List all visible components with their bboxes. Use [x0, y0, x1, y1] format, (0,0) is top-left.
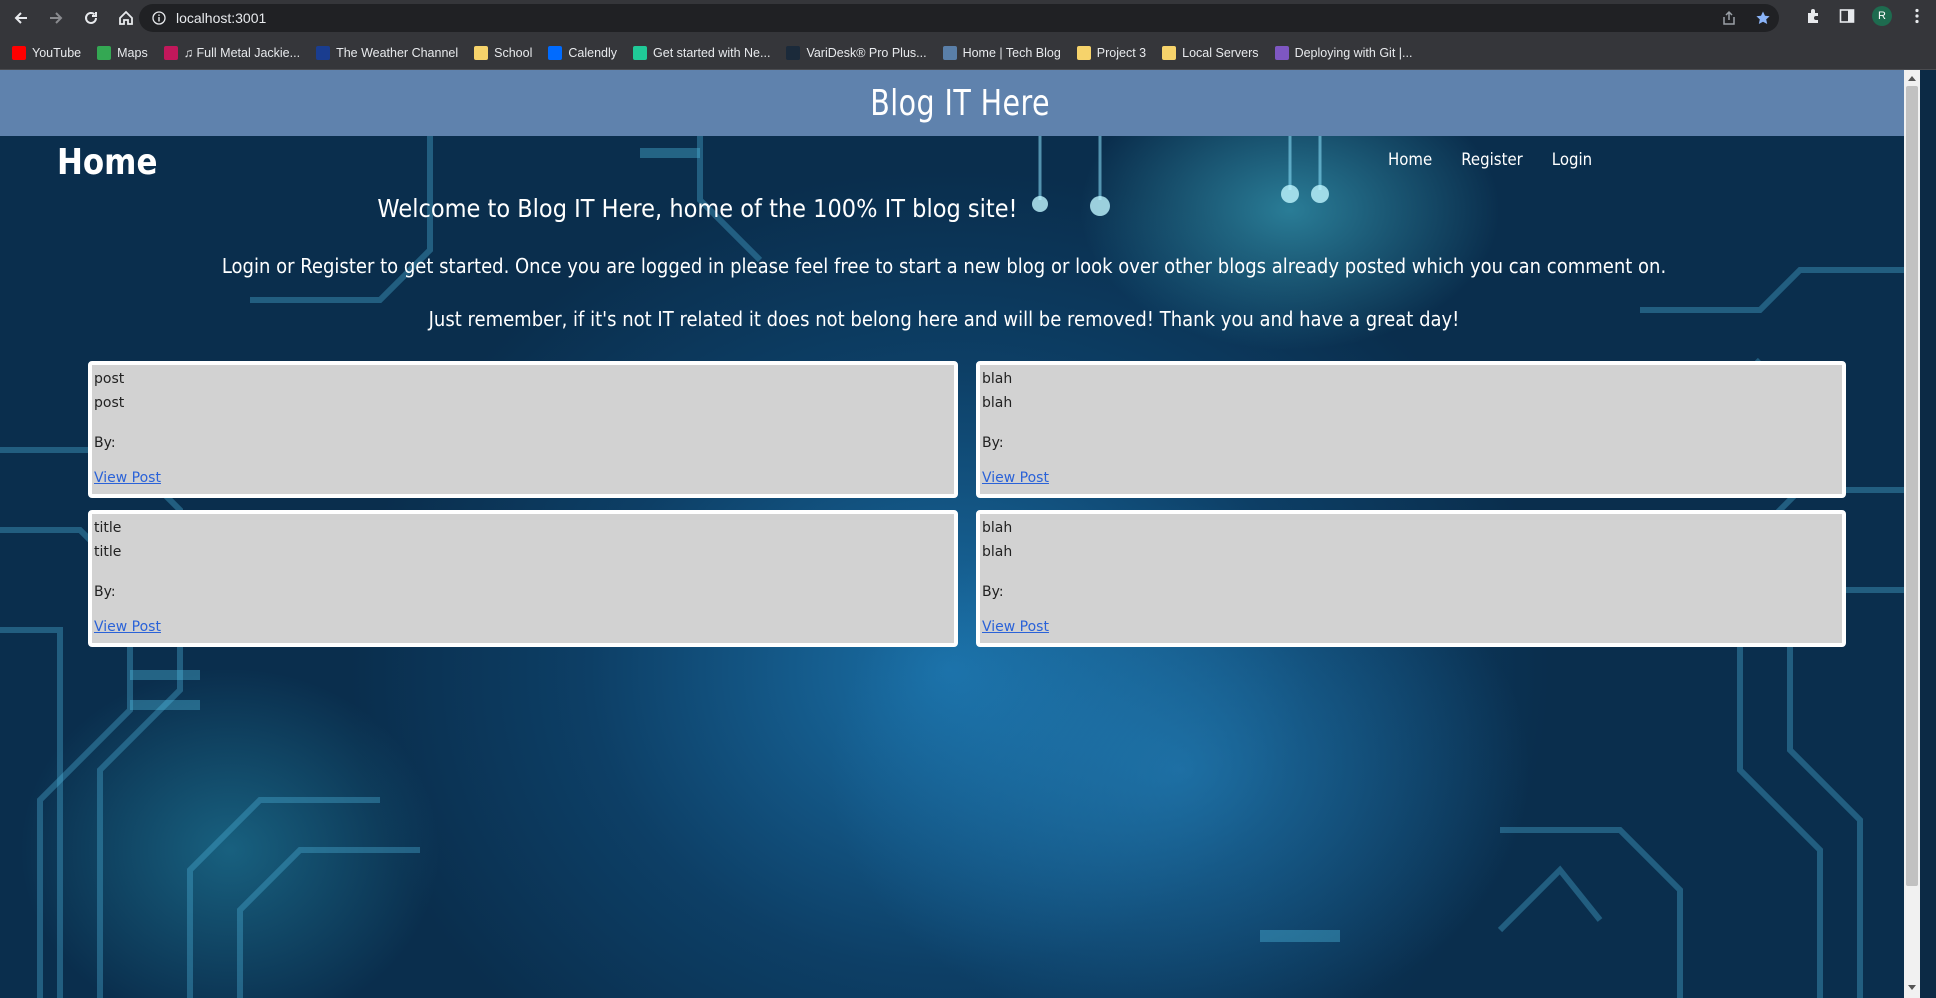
- star-icon[interactable]: [1755, 10, 1771, 26]
- post-card: post post By: View Post: [88, 361, 958, 498]
- bookmark-label: Deploying with Git |...: [1294, 45, 1413, 60]
- browser-toolbar: localhost:3001 R: [0, 0, 1936, 36]
- post-author: By:: [94, 584, 116, 600]
- bookmark-label: Maps: [117, 45, 148, 60]
- address-bar[interactable]: localhost:3001: [139, 4, 1779, 32]
- window-edge: [1920, 70, 1936, 998]
- bookmark-favicon-icon: [12, 45, 26, 60]
- bookmark-favicon-icon: [316, 45, 331, 60]
- bookmark-favicon-icon: [633, 45, 648, 60]
- post-card: title title By: View Post: [88, 510, 958, 647]
- profile-avatar[interactable]: R: [1872, 6, 1892, 26]
- post-body: blah: [982, 395, 1013, 411]
- intro-text: Login or Register to get started. Once y…: [221, 254, 1667, 278]
- bookmark-favicon-icon: [1274, 45, 1289, 60]
- side-panel-icon[interactable]: [1838, 7, 1856, 25]
- bookmark-label: Project 3: [1096, 45, 1147, 60]
- post-title: blah: [982, 520, 1013, 536]
- bookmark-label: Local Servers: [1182, 45, 1259, 60]
- bookmark-item[interactable]: Calendly: [548, 45, 618, 60]
- bookmark-favicon-icon: [1162, 45, 1177, 60]
- bookmark-item[interactable]: Local Servers: [1162, 45, 1259, 60]
- bookmark-item[interactable]: YouTube: [12, 45, 82, 60]
- bookmark-label: Home | Tech Blog: [962, 45, 1061, 60]
- page-viewport: Blog IT Here Home Home Register Login We…: [0, 70, 1920, 998]
- bookmark-favicon-icon: [1076, 45, 1091, 60]
- post-title: title: [94, 520, 122, 536]
- scroll-up-arrow-icon[interactable]: [1906, 72, 1918, 84]
- bookmark-favicon-icon: [786, 45, 801, 60]
- bookmark-item[interactable]: Deploying with Git |...: [1274, 45, 1413, 60]
- bookmark-item[interactable]: Project 3: [1076, 45, 1147, 60]
- bookmark-favicon-icon: [548, 45, 563, 60]
- nav-login-link[interactable]: Login: [1552, 150, 1592, 170]
- url-text[interactable]: localhost:3001: [176, 10, 266, 26]
- arrow-left-icon: [14, 12, 27, 24]
- reminder-text: Just remember, if it's not IT related it…: [428, 307, 1460, 331]
- post-author: By:: [94, 435, 116, 451]
- post-grid: post post By: View Post blah blah By: Vi…: [88, 361, 1846, 647]
- menu-dots-icon[interactable]: [1908, 7, 1926, 25]
- extensions-icon[interactable]: [1804, 7, 1822, 25]
- post-author: By:: [982, 584, 1004, 600]
- arrow-right-icon: [50, 12, 63, 24]
- post-title: post: [94, 371, 125, 387]
- post-body: blah: [982, 544, 1013, 560]
- nav-register-link[interactable]: Register: [1461, 150, 1523, 170]
- welcome-heading: Welcome to Blog IT Here, home of the 100…: [377, 194, 1018, 223]
- site-header: Blog IT Here: [0, 70, 1920, 136]
- bookmark-favicon-icon: [163, 45, 178, 60]
- bookmark-favicon-icon: [942, 45, 957, 60]
- bookmark-item[interactable]: School: [474, 45, 533, 60]
- bookmark-label: The Weather Channel: [336, 45, 459, 60]
- bookmark-item[interactable]: Get started with Ne...: [633, 45, 771, 60]
- reload-icon: [85, 11, 97, 24]
- home-button[interactable]: [112, 4, 140, 32]
- bookmark-label: School: [494, 45, 533, 60]
- bookmark-label: ♫ Full Metal Jackie...: [183, 45, 301, 60]
- view-post-link[interactable]: View Post: [982, 619, 1840, 635]
- post-card: blah blah By: View Post: [976, 510, 1846, 647]
- bookmark-favicon-icon: [97, 45, 112, 60]
- bookmark-label: YouTube: [32, 45, 82, 60]
- site-title: Blog IT Here: [870, 82, 1050, 124]
- post-title: blah: [982, 371, 1013, 387]
- bookmark-item[interactable]: VariDesk® Pro Plus...: [786, 45, 927, 60]
- view-post-link[interactable]: View Post: [94, 619, 952, 635]
- bookmark-label: VariDesk® Pro Plus...: [806, 45, 927, 60]
- post-body: post: [94, 395, 125, 411]
- bookmark-label: Calendly: [568, 45, 618, 60]
- bookmark-item[interactable]: Maps: [97, 45, 148, 60]
- nav-home-link[interactable]: Home: [1388, 150, 1432, 170]
- bookmark-favicon-icon: [474, 45, 489, 60]
- scrollbar-thumb[interactable]: [1906, 86, 1918, 886]
- view-post-link[interactable]: View Post: [94, 470, 952, 486]
- page-heading: Home: [57, 142, 158, 183]
- bookmark-item[interactable]: The Weather Channel: [316, 45, 459, 60]
- bookmark-item[interactable]: Home | Tech Blog: [942, 45, 1061, 60]
- info-icon[interactable]: [152, 11, 166, 25]
- share-icon[interactable]: [1721, 10, 1737, 26]
- reload-button[interactable]: [77, 4, 105, 32]
- post-body: title: [94, 544, 122, 560]
- bookmarks-bar: YouTube Maps ♫ Full Metal Jackie... The Wea…: [0, 36, 1936, 70]
- bookmark-label: Get started with Ne...: [653, 45, 771, 60]
- view-post-link[interactable]: View Post: [982, 470, 1840, 486]
- back-button[interactable]: [7, 4, 35, 32]
- post-card: blah blah By: View Post: [976, 361, 1846, 498]
- bookmark-item[interactable]: ♫ Full Metal Jackie...: [163, 45, 301, 60]
- home-icon: [119, 10, 133, 25]
- scroll-down-arrow-icon[interactable]: [1906, 982, 1918, 994]
- post-author: By:: [982, 435, 1004, 451]
- site-nav: Home Register Login: [1385, 150, 1617, 170]
- forward-button[interactable]: [42, 4, 70, 32]
